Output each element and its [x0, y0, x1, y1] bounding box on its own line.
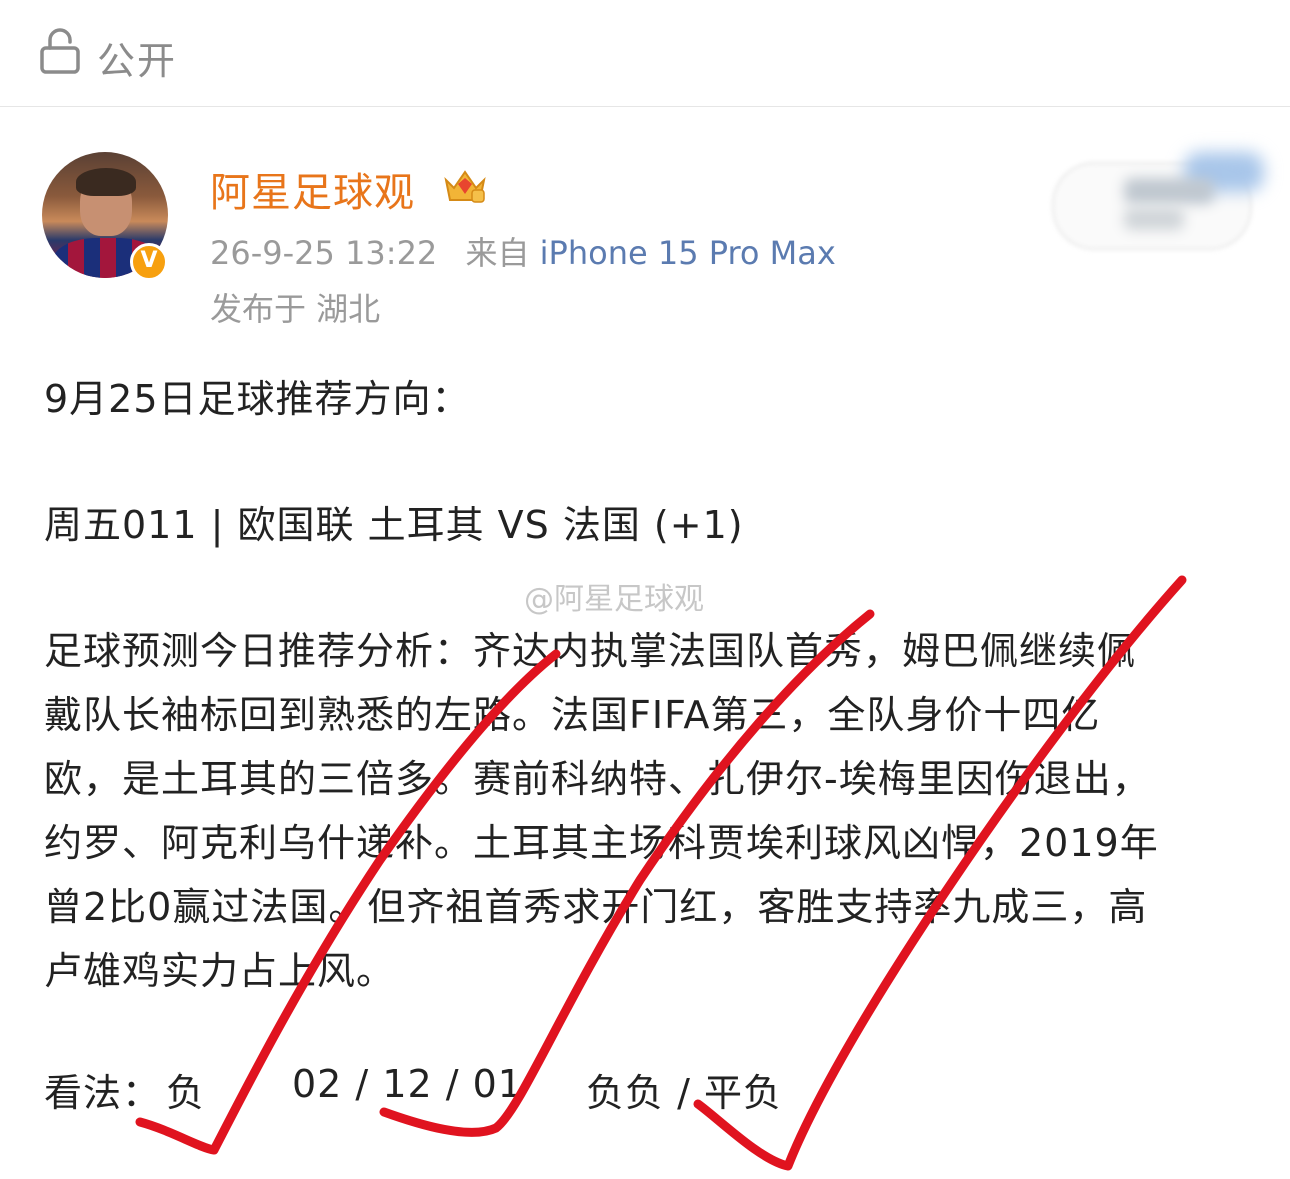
- visibility-bar[interactable]: 公开: [0, 0, 1290, 107]
- post-location: 发布于 湖北: [210, 290, 381, 328]
- analysis-line: 曾2比0赢过法国。但齐祖首秀求开门红，客胜支持率九成三，高: [44, 885, 1148, 929]
- verdict-label: 看法：: [44, 1071, 162, 1115]
- analysis-line: 欧，是土耳其的三倍多。赛前科纳特、扎伊尔-埃梅里因伤退出，: [44, 757, 1151, 801]
- follow-button[interactable]: [1052, 152, 1264, 250]
- verified-badge-icon: V: [130, 243, 168, 281]
- watermark: @阿星足球观: [524, 582, 704, 617]
- post-line-match: 周五011 | 欧国联 土耳其 VS 法国 (+1): [44, 503, 744, 547]
- analysis-line: 足球预测今日推荐分析：齐达内执掌法国队首秀，姆巴佩继续佩: [44, 629, 1137, 673]
- crown-membership-icon: [444, 170, 486, 203]
- source-prefix: 来自: [465, 234, 530, 272]
- author-name[interactable]: 阿星足球观: [210, 160, 415, 218]
- post-line-title: 9月25日足球推荐方向：: [44, 377, 471, 421]
- source-device[interactable]: iPhone 15 Pro Max: [540, 234, 836, 272]
- verdict-halftime: 负负 / 平负: [586, 1071, 782, 1115]
- analysis-line: 约罗、阿克利乌什递补。土耳其主场科贾埃利球风凶悍，2019年: [44, 821, 1159, 865]
- post-time: 26-9-25 13:22: [210, 234, 438, 272]
- verdict-result: 负: [166, 1071, 206, 1115]
- verdict-goals: 02 / 12 / 01: [292, 1062, 523, 1106]
- analysis-line: 戴队长袖标回到熟悉的左路。法国FIFA第三，全队身价十四亿: [44, 693, 1101, 737]
- post-meta: 26-9-25 13:22 来自 iPhone 15 Pro Max: [210, 228, 836, 274]
- lock-open-icon: [40, 28, 80, 74]
- visibility-label: 公开: [97, 39, 178, 83]
- analysis-line: 卢雄鸡实力占上风。: [44, 949, 396, 993]
